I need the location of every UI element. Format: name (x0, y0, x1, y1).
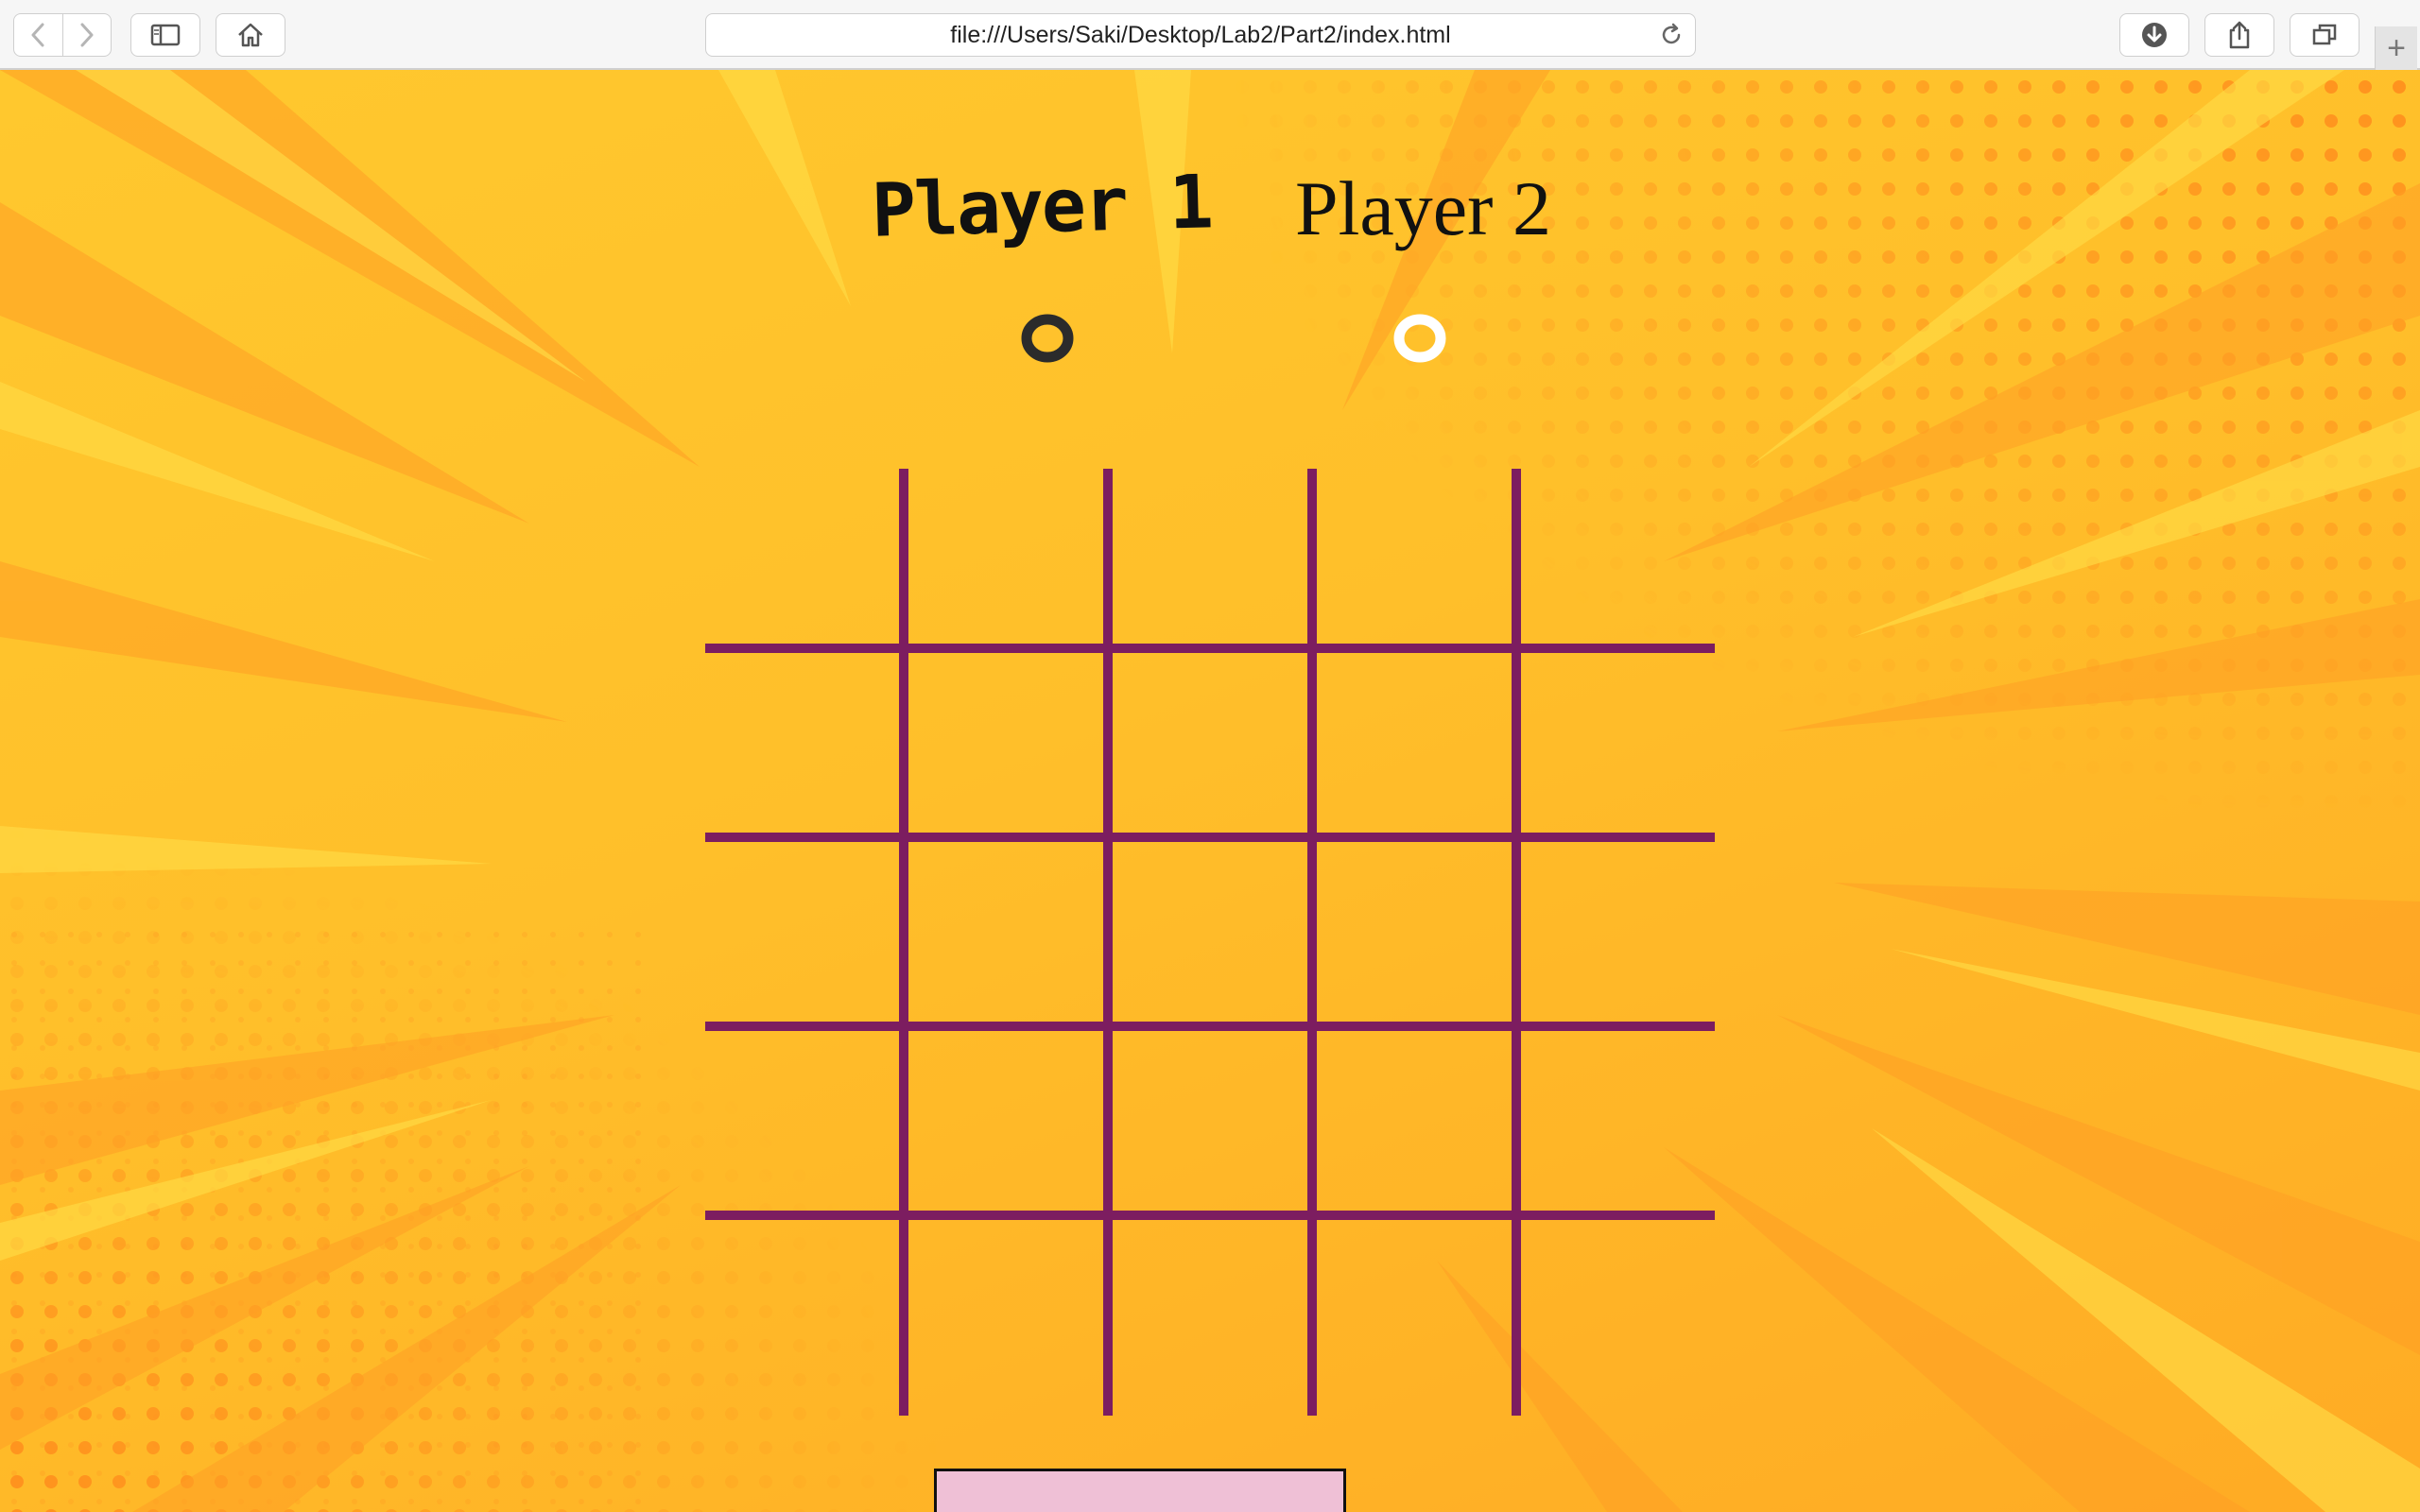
board-cell-r1-c4[interactable] (1312, 469, 1516, 648)
new-tab-icon: + (2387, 30, 2406, 66)
download-icon (2142, 23, 2167, 47)
board-cell-r3-c3[interactable] (1108, 837, 1312, 1026)
share-button[interactable] (2204, 13, 2274, 57)
game-board (705, 469, 1715, 1416)
board-cells (705, 469, 1715, 1416)
board-cell-r5-c2[interactable] (904, 1215, 1108, 1416)
board-cell-r2-c5[interactable] (1516, 648, 1715, 837)
tabs-overview-button[interactable] (2290, 13, 2360, 57)
board-cell-r2-c3[interactable] (1108, 648, 1312, 837)
reload-button[interactable] (1659, 23, 1684, 54)
tabs-overview-icon (2312, 24, 2337, 45)
board-cell-r5-c1[interactable] (705, 1215, 904, 1416)
board-cell-r4-c3[interactable] (1108, 1026, 1312, 1215)
board-cell-r2-c2[interactable] (904, 648, 1108, 837)
board-cell-r2-c4[interactable] (1312, 648, 1516, 837)
sidebar-icon (150, 24, 181, 46)
back-button[interactable] (14, 14, 62, 56)
home-button[interactable] (216, 13, 285, 57)
board-cell-r5-c3[interactable] (1108, 1215, 1312, 1416)
board-cell-r4-c4[interactable] (1312, 1026, 1516, 1215)
forward-button[interactable] (61, 14, 112, 56)
board-cell-r4-c1[interactable] (705, 1026, 904, 1215)
home-icon (238, 23, 263, 47)
forward-icon (80, 23, 94, 47)
address-url: file:///Users/Saki/Desktop/Lab2/Part2/in… (950, 21, 1451, 48)
share-icon (2229, 21, 2250, 49)
board-cell-r1-c1[interactable] (705, 469, 904, 648)
game-button[interactable] (934, 1469, 1346, 1512)
board-cell-r5-c5[interactable] (1516, 1215, 1715, 1416)
board-cell-r1-c3[interactable] (1108, 469, 1312, 648)
board-cell-r4-c5[interactable] (1516, 1026, 1715, 1215)
board-cell-r3-c5[interactable] (1516, 837, 1715, 1026)
new-tab-button[interactable]: + (2375, 26, 2417, 70)
navigation-buttons (13, 13, 112, 57)
board-cell-r3-c1[interactable] (705, 837, 904, 1026)
downloads-button[interactable] (2119, 13, 2189, 57)
board-cell-r3-c2[interactable] (904, 837, 1108, 1026)
board-cell-r1-c2[interactable] (904, 469, 1108, 648)
back-icon (31, 23, 44, 47)
game-page: Player 1 Player 2 (0, 70, 2420, 1512)
address-bar[interactable]: file:///Users/Saki/Desktop/Lab2/Part2/in… (705, 13, 1696, 57)
board-cell-r1-c5[interactable] (1516, 469, 1715, 648)
board-cell-r4-c2[interactable] (904, 1026, 1108, 1215)
reload-icon (1662, 23, 1681, 44)
board-cell-r5-c4[interactable] (1312, 1215, 1516, 1416)
sidebar-button[interactable] (130, 13, 200, 57)
board-cell-r3-c4[interactable] (1312, 837, 1516, 1026)
browser-toolbar: file:///Users/Saki/Desktop/Lab2/Part2/in… (0, 0, 2420, 70)
board-cell-r2-c1[interactable] (705, 648, 904, 837)
